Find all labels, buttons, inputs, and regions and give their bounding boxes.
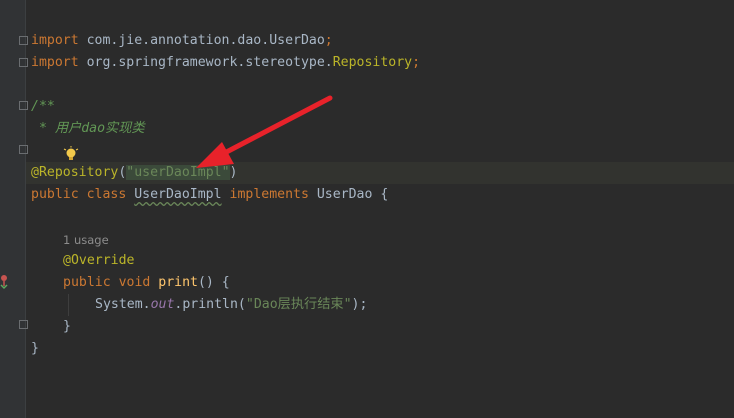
class-name: UserDaoImpl: [134, 187, 222, 202]
code-line-import-userdao: import com.jie.annotation.dao.UserDao;: [26, 30, 734, 52]
bean-name-string: "userDaoImpl": [126, 165, 230, 180]
implements-keyword: implements: [221, 187, 317, 202]
code-line-class-declaration: public class UserDaoImpl implements User…: [26, 184, 734, 206]
method-name: print: [158, 275, 198, 290]
code-line-println: System.out.println("Dao层执行结束");: [26, 294, 734, 316]
semicolon: ;: [412, 55, 421, 70]
code-line-import-repository: import org.springframework.stereotype.Re…: [26, 52, 734, 74]
system-class: System.: [95, 297, 151, 312]
println-call: .println(: [174, 297, 246, 312]
statement-end: );: [351, 297, 368, 312]
code-line-method-close: }: [26, 316, 734, 338]
public-class-keywords: public class: [31, 187, 135, 202]
import-keyword: import: [31, 33, 87, 48]
override-annotation: @Override: [63, 253, 135, 268]
code-editor[interactable]: import com.jie.annotation.dao.UserDao; i…: [26, 0, 734, 418]
code-line-repository-annotation: @Repository("userDaoImpl"): [26, 162, 734, 184]
code-line-override: @Override: [26, 250, 734, 272]
paren-close: ): [229, 165, 238, 180]
javadoc-open: /**: [31, 99, 55, 114]
code-line-javadoc-start: /**: [26, 96, 734, 118]
import-class: Repository: [332, 55, 413, 70]
public-void-keywords: public void: [63, 275, 159, 290]
override-method-icon[interactable]: [0, 274, 10, 290]
javadoc-description: * 用户dao实现类: [31, 121, 145, 136]
class-close-brace: }: [31, 341, 39, 356]
usage-hint[interactable]: 1 usage: [63, 231, 109, 249]
import-path: com.jie.annotation.dao.UserDao: [86, 33, 325, 48]
import-keyword: import: [31, 55, 87, 70]
import-path: org.springframework.stereotype.: [86, 55, 333, 70]
method-params: () {: [197, 275, 230, 290]
repository-annotation: @Repository: [31, 165, 119, 180]
code-line-class-close: }: [26, 338, 734, 360]
semicolon: ;: [324, 33, 333, 48]
code-line-javadoc-text: * 用户dao实现类: [26, 118, 734, 140]
code-line-method-declaration: public void print() {: [26, 272, 734, 294]
method-close-brace: }: [63, 319, 71, 334]
println-string: "Dao层执行结束": [245, 297, 352, 312]
interface-name: UserDao {: [316, 187, 389, 202]
out-field: out: [150, 297, 175, 312]
